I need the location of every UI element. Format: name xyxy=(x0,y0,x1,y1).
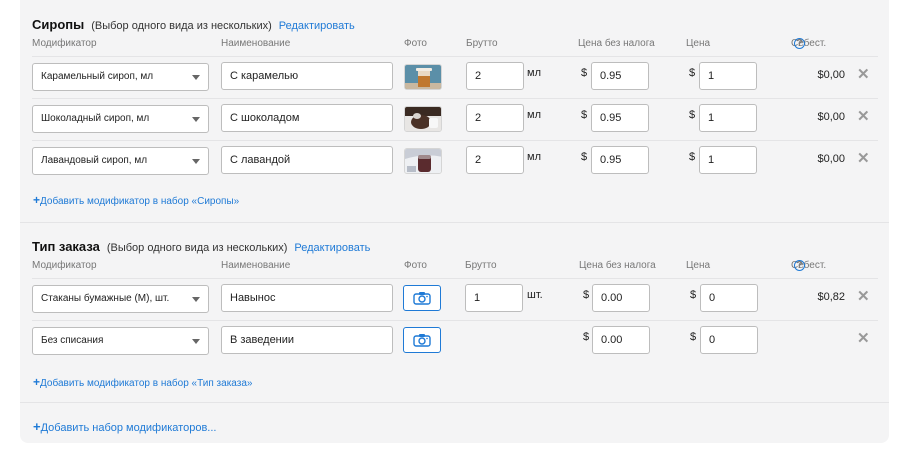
col-name: Наименование xyxy=(221,260,291,271)
col-price: Цена xyxy=(686,38,711,49)
currency-sign: $ xyxy=(690,331,697,343)
plus-icon: + xyxy=(33,419,41,434)
modifier-set-syrups: Сиропы (Выбор одного вида из нескольких)… xyxy=(20,0,889,222)
unit-label: мл xyxy=(527,109,541,121)
close-icon[interactable]: ✕ xyxy=(857,109,870,124)
gross-input[interactable]: 2 xyxy=(466,62,524,90)
close-icon[interactable]: ✕ xyxy=(857,331,870,346)
col-photo: Фото xyxy=(404,38,427,49)
price-input[interactable]: 1 xyxy=(699,104,757,132)
help-icon[interactable]: ? xyxy=(794,260,805,271)
lavender-drink-photo[interactable] xyxy=(404,148,442,174)
currency-sign: $ xyxy=(581,67,588,79)
set-title: Тип заказа xyxy=(32,239,100,254)
add-set-footer: +Добавить набор модификаторов... xyxy=(20,402,889,443)
cost-value: $0,00 xyxy=(817,69,845,81)
currency-sign: $ xyxy=(581,109,588,121)
set-title: Сиропы xyxy=(32,17,85,32)
modifier-row-caramel: Карамельный сироп, мл С карамелью 2 мл $… xyxy=(32,56,878,98)
price-no-tax-input[interactable]: 0.00 xyxy=(592,326,650,354)
currency-sign: $ xyxy=(583,331,590,343)
chevron-down-icon xyxy=(192,297,200,302)
price-input[interactable]: 0 xyxy=(700,326,758,354)
name-input[interactable]: С карамелью xyxy=(221,62,393,90)
modifier-select[interactable]: Шоколадный сироп, мл xyxy=(32,105,209,133)
edit-set-link[interactable]: Редактировать xyxy=(294,242,370,254)
modifier-select[interactable]: Без списания xyxy=(32,327,209,355)
set-subtitle: (Выбор одного вида из нескольких) xyxy=(91,20,272,32)
column-headers: Модификатор Наименование Фото Брутто Цен… xyxy=(32,38,827,49)
modifier-row-chocolate: Шоколадный сироп, мл С шоколадом 2 мл $ … xyxy=(32,98,878,140)
gross-input[interactable]: 2 xyxy=(466,104,524,132)
close-icon[interactable]: ✕ xyxy=(857,67,870,82)
price-no-tax-input[interactable]: 0.95 xyxy=(591,146,649,174)
cost-value: $0,00 xyxy=(817,111,845,123)
set-header: Сиропы (Выбор одного вида из нескольких)… xyxy=(32,17,355,33)
upload-photo-button[interactable] xyxy=(403,327,441,353)
price-no-tax-input[interactable]: 0.95 xyxy=(591,62,649,90)
add-modifier-link[interactable]: +Добавить модификатор в набор «Сиропы» xyxy=(33,193,239,207)
price-input[interactable]: 0 xyxy=(700,284,758,312)
modifier-row-lavender: Лавандовый сироп, мл С лавандой 2 мл $ 0… xyxy=(32,140,878,182)
chevron-down-icon xyxy=(192,75,200,80)
modifier-sets-panel: Сиропы (Выбор одного вида из нескольких)… xyxy=(20,0,889,443)
unit-label: шт. xyxy=(527,289,543,301)
currency-sign: $ xyxy=(583,289,590,301)
close-icon[interactable]: ✕ xyxy=(857,151,870,166)
gross-input[interactable]: 2 xyxy=(466,146,524,174)
price-no-tax-input[interactable]: 0.95 xyxy=(591,104,649,132)
chevron-down-icon xyxy=(192,339,200,344)
col-price: Цена xyxy=(686,260,711,271)
plus-icon: + xyxy=(33,193,41,207)
col-price-no-tax: Цена без налога xyxy=(579,260,656,271)
modifier-select[interactable]: Лавандовый сироп, мл xyxy=(32,147,209,175)
add-modifier-link[interactable]: +Добавить модификатор в набор «Тип заказ… xyxy=(33,375,252,389)
col-gross: Брутто xyxy=(466,38,498,49)
caramel-drink-photo[interactable] xyxy=(404,64,442,90)
modifier-row-dine-in: Без списания В заведении $ 0.00 $ 0 ✕ xyxy=(32,320,878,362)
plus-icon: + xyxy=(33,375,41,389)
price-input[interactable]: 1 xyxy=(699,62,757,90)
unit-label: мл xyxy=(527,67,541,79)
unit-label: мл xyxy=(527,151,541,163)
col-price-no-tax: Цена без налога xyxy=(578,38,655,49)
currency-sign: $ xyxy=(689,109,696,121)
cost-value: $0,82 xyxy=(817,291,845,303)
col-name: Наименование xyxy=(221,38,291,49)
modifier-select[interactable]: Карамельный сироп, мл xyxy=(32,63,209,91)
currency-sign: $ xyxy=(689,151,696,163)
add-modifier-set-link[interactable]: +Добавить набор модификаторов... xyxy=(33,419,216,434)
col-photo: Фото xyxy=(404,260,427,271)
price-no-tax-input[interactable]: 0.00 xyxy=(592,284,650,312)
currency-sign: $ xyxy=(581,151,588,163)
name-input[interactable]: В заведении xyxy=(221,326,393,354)
cost-value: $0,00 xyxy=(817,153,845,165)
modifier-set-order-type: Тип заказа (Выбор одного вида из несколь… xyxy=(20,222,889,402)
modifier-row-takeaway: Стаканы бумажные (М), шт. Навынос 1 шт. … xyxy=(32,278,878,320)
help-icon[interactable]: ? xyxy=(794,38,805,49)
column-headers: Модификатор Наименование Фото Брутто Цен… xyxy=(32,260,827,271)
upload-photo-button[interactable] xyxy=(403,285,441,311)
chevron-down-icon xyxy=(192,159,200,164)
name-input[interactable]: С лавандой xyxy=(221,146,393,174)
edit-set-link[interactable]: Редактировать xyxy=(279,20,355,32)
set-subtitle: (Выбор одного вида из нескольких) xyxy=(106,242,288,254)
set-header: Тип заказа (Выбор одного вида из несколь… xyxy=(32,239,370,255)
currency-sign: $ xyxy=(689,67,696,79)
chevron-down-icon xyxy=(192,117,200,122)
camera-icon xyxy=(413,292,431,305)
modifier-select[interactable]: Стаканы бумажные (М), шт. xyxy=(32,285,209,313)
name-input[interactable]: С шоколадом xyxy=(221,104,393,132)
gross-input[interactable]: 1 xyxy=(465,284,523,312)
camera-icon xyxy=(413,334,431,347)
col-modifier: Модификатор xyxy=(32,260,97,271)
currency-sign: $ xyxy=(690,289,697,301)
col-gross: Брутто xyxy=(465,260,497,271)
col-modifier: Модификатор xyxy=(32,38,97,49)
price-input[interactable]: 1 xyxy=(699,146,757,174)
close-icon[interactable]: ✕ xyxy=(857,289,870,304)
chocolate-drink-photo[interactable] xyxy=(404,106,442,132)
name-input[interactable]: Навынос xyxy=(221,284,393,312)
